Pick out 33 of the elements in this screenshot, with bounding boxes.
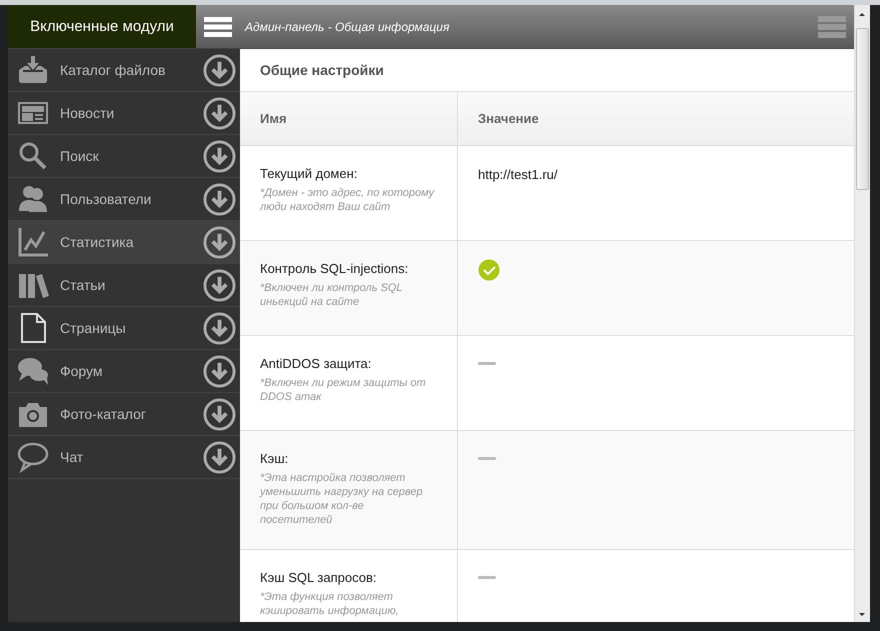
- setting-value: http://test1.ru/: [478, 167, 558, 182]
- sidebar-item[interactable]: Каталог файлов: [8, 49, 240, 92]
- sidebar-item[interactable]: Форум: [8, 350, 240, 393]
- page-title: Админ-панель - Общая информация: [245, 20, 450, 34]
- download-tray-icon: [17, 54, 49, 86]
- setting-description: *Эта функция позволяет кэшировать информацию,: [260, 590, 400, 618]
- column-header: Имя: [240, 92, 458, 145]
- sidebar-item[interactable]: Поиск: [8, 135, 240, 178]
- search-icon: [17, 140, 49, 172]
- sidebar-item[interactable]: Страницы: [8, 307, 240, 350]
- sidebar-item[interactable]: Фото-каталог: [8, 393, 240, 436]
- scrollbar[interactable]: [854, 5, 870, 622]
- sidebar-item[interactable]: Статистика: [8, 221, 240, 264]
- setting-label: Контроль SQL-injections:: [260, 261, 410, 277]
- setting-description: *Домен - это адрес, по которому люди находят Ваш сайт: [260, 186, 436, 214]
- sidebar-title: Включенные модули: [8, 5, 196, 48]
- sidebar-item[interactable]: Новости: [8, 92, 240, 135]
- users-icon: [17, 183, 49, 215]
- setting-description: *Включен ли контроль SQL иньекций на сайте: [260, 281, 404, 309]
- menu-icon[interactable]: [204, 16, 232, 36]
- sidebar-item[interactable]: Статьи: [8, 264, 240, 307]
- setting-description: *Эта настройка позволяет уменьшить нагрузку на сервер при большом кол-ве посетителей: [260, 471, 424, 527]
- setting-label: AntiDDOS защита:: [260, 356, 372, 372]
- speech-bubble-icon: [17, 441, 49, 473]
- setting-description: *Включен ли режим защиты от DDOS атак: [260, 376, 427, 404]
- setting-label: Текущий домен:: [260, 166, 358, 182]
- line-chart-icon: [17, 226, 49, 258]
- column-header: Значение: [477, 110, 540, 128]
- check-icon[interactable]: [478, 259, 500, 281]
- speech-bubbles-icon: [17, 355, 49, 387]
- setting-label: Кэш:: [260, 451, 290, 467]
- setting-label: Кэш SQL запросов:: [260, 570, 378, 586]
- sidebar-item[interactable]: Чат: [8, 436, 240, 479]
